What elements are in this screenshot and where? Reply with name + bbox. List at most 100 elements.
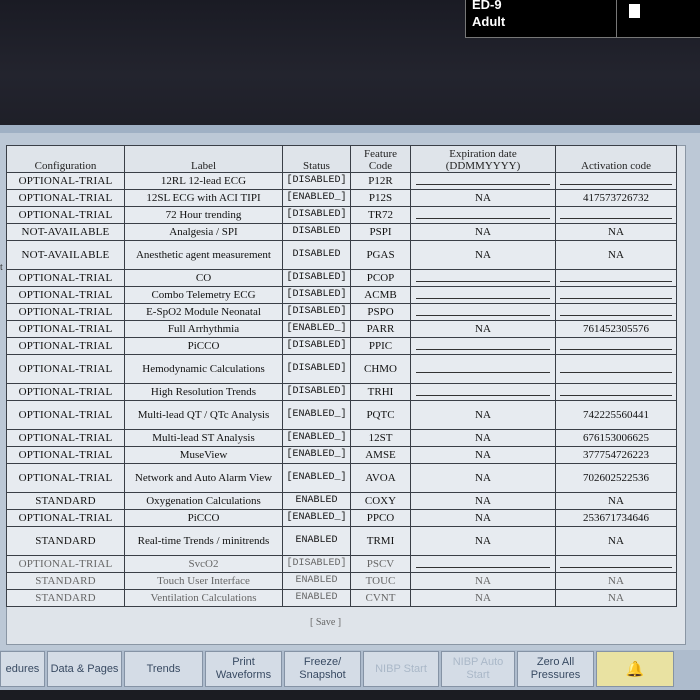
expiration-cell[interactable]: NA	[410, 509, 556, 527]
table-row[interactable]: OPTIONAL-TRIAL 12SL ECG with ACI TIPI [ENA…	[6, 189, 677, 207]
table-row[interactable]: STANDARD Touch User Interface ENABLED TOUC N…	[6, 572, 677, 590]
table-row[interactable]: OPTIONAL-TRIAL 12RL 12-lead ECG [DISABLED]…	[6, 172, 677, 190]
configuration-cell: STANDARD	[6, 492, 125, 510]
activation-cell[interactable]: 676153006625	[555, 429, 677, 447]
activation-input-line[interactable]	[560, 340, 672, 350]
table-row[interactable]: OPTIONAL-TRIAL Network and Auto Alarm Vie…	[6, 463, 677, 493]
activation-cell[interactable]	[555, 269, 677, 287]
expiration-cell[interactable]: NA	[410, 189, 556, 207]
table-row[interactable]: OPTIONAL-TRIAL Multi-lead QT / QTc Analys…	[6, 400, 677, 430]
activation-input-line[interactable]	[560, 558, 672, 568]
activation-input-line[interactable]	[560, 386, 672, 396]
table-row[interactable]: OPTIONAL-TRIAL SvcO2 [DISABLED] PSCV	[6, 555, 677, 573]
expiration-input-line[interactable]	[415, 340, 551, 350]
activation-cell[interactable]: 702602522536	[555, 463, 677, 493]
activation-cell[interactable]: NA	[555, 589, 677, 607]
expiration-cell[interactable]	[410, 172, 556, 190]
activation-cell[interactable]: NA	[555, 492, 677, 510]
table-row[interactable]: NOT-AVAILABLE Anesthetic agent measuremen…	[6, 240, 677, 270]
status-cell: [ENABLED_]	[282, 446, 351, 464]
activation-cell[interactable]	[555, 555, 677, 573]
activation-cell[interactable]: NA	[555, 526, 677, 556]
activation-cell[interactable]	[555, 303, 677, 321]
bed-label: ED-9	[472, 0, 502, 12]
expiration-input-line[interactable]	[415, 558, 551, 568]
activation-cell[interactable]	[555, 206, 677, 224]
screen-top-band	[0, 125, 700, 133]
activation-cell[interactable]: 742225560441	[555, 400, 677, 430]
expiration-cell[interactable]: NA	[410, 492, 556, 510]
expiration-input-line[interactable]	[415, 386, 551, 396]
data-pages-button[interactable]: Data & Pages	[47, 651, 122, 687]
nibp-auto-button[interactable]: NIBP Auto Start	[441, 651, 515, 687]
activation-input-line[interactable]	[560, 306, 672, 316]
activation-cell[interactable]: NA	[555, 572, 677, 590]
expiration-cell[interactable]	[410, 354, 556, 384]
expiration-cell[interactable]	[410, 337, 556, 355]
feature-code-cell: TRMI	[350, 526, 411, 556]
expiration-cell[interactable]: NA	[410, 463, 556, 493]
activation-cell[interactable]	[555, 354, 677, 384]
table-row[interactable]: OPTIONAL-TRIAL Combo Telemetry ECG [DISABL…	[6, 286, 677, 304]
expiration-cell[interactable]	[410, 206, 556, 224]
table-row[interactable]: OPTIONAL-TRIAL PiCCO [DISABLED] PPIC	[6, 337, 677, 355]
activation-cell[interactable]	[555, 172, 677, 190]
activation-cell[interactable]	[555, 383, 677, 401]
table-row[interactable]: OPTIONAL-TRIAL E-SpO2 Module Neonatal [DIS…	[6, 303, 677, 321]
table-row[interactable]: OPTIONAL-TRIAL Multi-lead ST Analysis [ENA…	[6, 429, 677, 447]
expiration-cell[interactable]: NA	[410, 446, 556, 464]
expiration-input-line[interactable]	[415, 363, 551, 373]
table-row[interactable]: OPTIONAL-TRIAL Full Arrhythmia [ENABLED_] P…	[6, 320, 677, 338]
expiration-cell[interactable]	[410, 303, 556, 321]
print-waveforms-button[interactable]: Print Waveforms	[205, 651, 282, 687]
table-row[interactable]: OPTIONAL-TRIAL CO [DISABLED] PCOP	[6, 269, 677, 287]
expiration-cell[interactable]: NA	[410, 400, 556, 430]
expiration-input-line[interactable]	[415, 289, 551, 299]
procedures-button[interactable]: edures	[0, 651, 45, 687]
table-row[interactable]: OPTIONAL-TRIAL MuseView [ENABLED_] AMSE NA 37…	[6, 446, 677, 464]
table-row[interactable]: OPTIONAL-TRIAL Hemodynamic Calculations [D…	[6, 354, 677, 384]
table-row[interactable]: STANDARD Real-time Trends / minitrends ENA…	[6, 526, 677, 556]
activation-cell[interactable]: NA	[555, 240, 677, 270]
expiration-cell[interactable]: NA	[410, 572, 556, 590]
activation-cell[interactable]	[555, 286, 677, 304]
expiration-cell[interactable]	[410, 286, 556, 304]
table-row[interactable]: OPTIONAL-TRIAL 72 Hour trending [DISABLED]…	[6, 206, 677, 224]
expiration-input-line[interactable]	[415, 209, 551, 219]
activation-input-line[interactable]	[560, 175, 672, 185]
expiration-cell[interactable]: NA	[410, 223, 556, 241]
activation-input-line[interactable]	[560, 272, 672, 282]
expiration-cell[interactable]: NA	[410, 240, 556, 270]
nibp-start-button[interactable]: NIBP Start	[363, 651, 439, 687]
freeze-snapshot-button[interactable]: Freeze/ Snapshot	[284, 651, 361, 687]
status-cell: [DISABLED]	[282, 269, 351, 287]
expiration-cell[interactable]	[410, 555, 556, 573]
expiration-input-line[interactable]	[415, 306, 551, 316]
expiration-cell[interactable]: NA	[410, 320, 556, 338]
expiration-cell[interactable]	[410, 269, 556, 287]
trends-button[interactable]: Trends	[124, 651, 203, 687]
table-row[interactable]: OPTIONAL-TRIAL PiCCO [ENABLED_] PPCO NA 25367…	[6, 509, 677, 527]
table-row[interactable]: OPTIONAL-TRIAL High Resolution Trends [DIS…	[6, 383, 677, 401]
activation-input-line[interactable]	[560, 209, 672, 219]
zero-all-pressures-button[interactable]: Zero All Pressures	[517, 651, 594, 687]
activation-cell[interactable]: 377754726223	[555, 446, 677, 464]
alarm-silence-button[interactable]: 🔔	[596, 651, 674, 687]
table-row[interactable]: STANDARD Oxygenation Calculations ENABLED C…	[6, 492, 677, 510]
table-row[interactable]: STANDARD Ventilation Calculations ENABLED C…	[6, 589, 677, 607]
activation-input-line[interactable]	[560, 363, 672, 373]
expiration-cell[interactable]: NA	[410, 429, 556, 447]
expiration-cell[interactable]: NA	[410, 589, 556, 607]
activation-cell[interactable]: 253671734646	[555, 509, 677, 527]
expiration-cell[interactable]: NA	[410, 526, 556, 556]
expiration-input-line[interactable]	[415, 272, 551, 282]
table-row[interactable]: NOT-AVAILABLE Analgesia / SPI DISABLED PSPI…	[6, 223, 677, 241]
activation-cell[interactable]	[555, 337, 677, 355]
activation-cell[interactable]: 761452305576	[555, 320, 677, 338]
activation-input-line[interactable]	[560, 289, 672, 299]
save-button[interactable]: [ Save ]	[310, 617, 341, 628]
expiration-input-line[interactable]	[415, 175, 551, 185]
activation-cell[interactable]: NA	[555, 223, 677, 241]
activation-cell[interactable]: 417573726732	[555, 189, 677, 207]
expiration-cell[interactable]	[410, 383, 556, 401]
